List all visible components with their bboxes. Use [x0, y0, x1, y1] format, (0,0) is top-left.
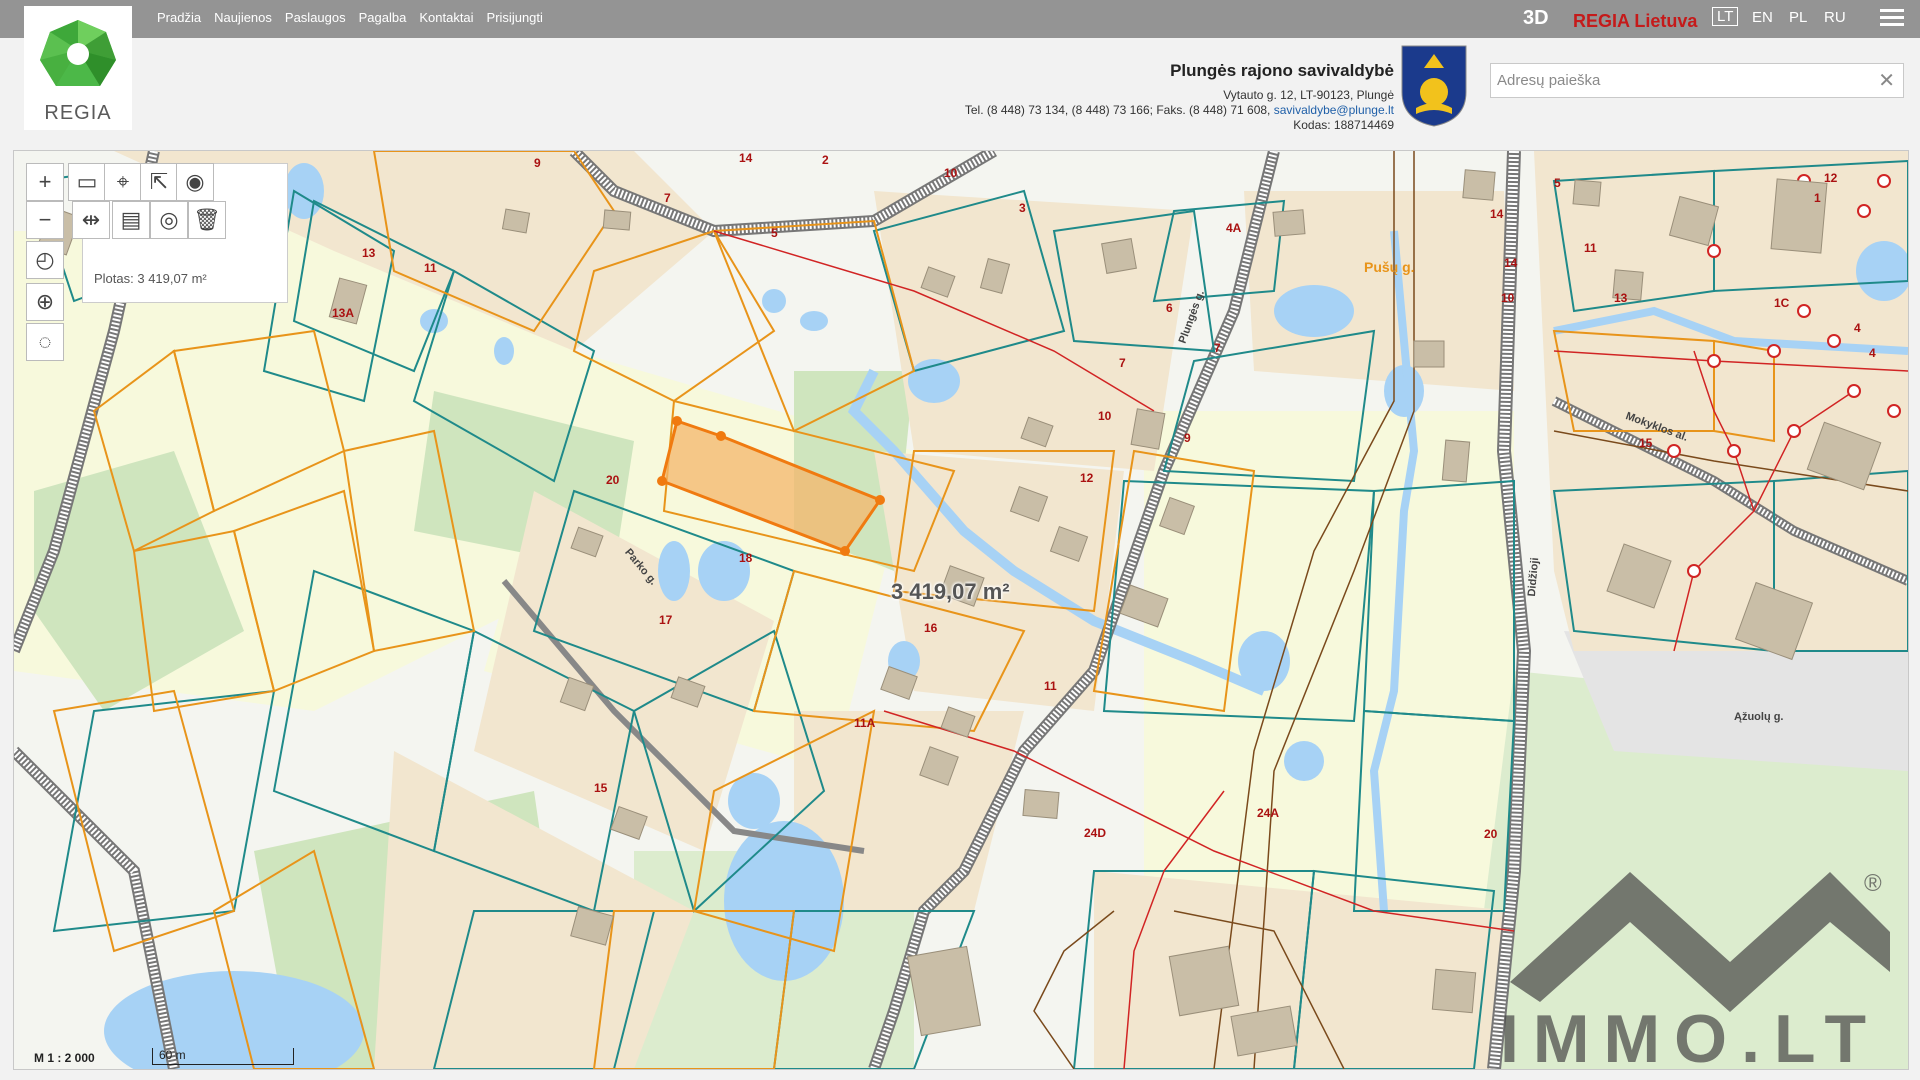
municipality-email-link[interactable]: savivaldybe@plunge.lt — [1274, 103, 1394, 117]
regia-logo-icon — [40, 20, 116, 86]
municipality-address: Vytauto g. 12, LT-90123, Plungė — [1223, 88, 1394, 102]
parcel-number: 17 — [659, 613, 673, 627]
nav-item-news[interactable]: Naujienos — [214, 10, 272, 25]
area-readout: Plotas: 3 419,07 m² — [94, 271, 207, 286]
export-icon[interactable]: ⇱ — [140, 163, 178, 201]
parcel-number: 12 — [1824, 171, 1838, 185]
regia-logo[interactable]: REGIA — [24, 6, 132, 130]
parcel-number: 24A — [1257, 806, 1280, 820]
nav-item-contacts[interactable]: Kontaktai — [419, 10, 473, 25]
parcel-number: 18 — [739, 551, 753, 565]
locate-area-icon[interactable]: ◎ — [150, 201, 188, 239]
lang-lt-button[interactable]: LT — [1712, 7, 1739, 26]
history-icon[interactable]: ◴ — [26, 241, 64, 279]
municipality-code: Kodas: 188714469 — [1293, 118, 1394, 132]
parcel-number: 14 — [739, 151, 753, 165]
close-icon[interactable]: ✕ — [1878, 68, 1895, 93]
marker-icon[interactable]: ⌖ — [104, 163, 142, 201]
watermark-registered: ® — [1864, 870, 1882, 897]
parcel-number: 16 — [924, 621, 938, 635]
parcel-number: 2 — [822, 153, 829, 167]
measured-area-label: 3 419,07 m² — [891, 579, 1010, 604]
measure-length-icon[interactable]: ▤ — [112, 201, 150, 239]
parcel-number: 9 — [1184, 431, 1191, 445]
address-search: ✕ — [1490, 63, 1904, 98]
top-navbar: Pradžia Naujienos Paslaugos Pagalba Kont… — [0, 0, 1920, 38]
parcel-number: 7 — [1119, 356, 1126, 370]
crosshair-icon[interactable]: ⊕ — [26, 283, 64, 321]
parcel-number: 10 — [1098, 409, 1112, 423]
parcel-number: 3 — [1019, 201, 1026, 215]
parcel-number: 1C — [1774, 296, 1790, 310]
hamburger-menu-icon[interactable] — [1880, 9, 1904, 29]
point-icon[interactable]: ◉ — [176, 163, 214, 201]
parcel-number: 1 — [1814, 191, 1821, 205]
scale-bar-label: 60 m — [159, 1048, 186, 1062]
parcel-number: 12 — [1080, 471, 1094, 485]
regia-lietuva-link[interactable]: REGIA Lietuva — [1573, 11, 1697, 32]
nav-item-help[interactable]: Pagalba — [359, 10, 407, 25]
lang-en-button[interactable]: EN — [1752, 9, 1773, 26]
lasso-icon[interactable]: ◌ — [26, 323, 64, 361]
measure-distance-icon[interactable]: ⇹ — [72, 201, 110, 239]
parcel-number: 7 — [664, 191, 671, 205]
parcel-number: 4A — [1226, 221, 1242, 235]
parcel-number: 24D — [1084, 826, 1107, 840]
parcel-number: 13 — [1614, 291, 1628, 305]
zoom-out-icon[interactable]: − — [26, 201, 64, 239]
lang-ru-button[interactable]: RU — [1824, 9, 1846, 26]
parcel-number: 15 — [594, 781, 608, 795]
parcel-number: 11 — [1044, 679, 1057, 693]
parcel-number: 9 — [534, 156, 541, 170]
municipality-phone: Tel. (8 448) 73 134, (8 448) 73 166; Fak… — [964, 103, 1271, 117]
regia-logo-text: REGIA — [44, 102, 112, 124]
parcel-number: 11 — [1584, 241, 1597, 255]
main-nav: Pradžia Naujienos Paslaugos Pagalba Kont… — [157, 10, 543, 25]
parcel-number: 4 — [1869, 346, 1876, 360]
parcel-number: 7 — [1214, 341, 1221, 355]
lang-pl-button[interactable]: PL — [1789, 9, 1807, 26]
scale-label: M 1 : 2 000 — [34, 1051, 95, 1065]
zoom-in-icon[interactable]: + — [26, 163, 64, 201]
nav-item-home[interactable]: Pradžia — [157, 10, 201, 25]
parcel-number: 14 — [1504, 256, 1518, 270]
street-label: Pušų g. — [1364, 259, 1415, 275]
watermark-text: IMMO.LT — [1500, 1001, 1880, 1077]
street-label: Ąžuolų g. — [1734, 711, 1784, 723]
parcel-number: 13 — [362, 246, 376, 260]
parcel-number: 20 — [606, 473, 620, 487]
municipality-contacts: Tel. (8 448) 73 134, (8 448) 73 166; Fak… — [965, 103, 1394, 117]
municipality-name: Plungės rajono savivaldybė — [1170, 61, 1394, 80]
scale-bar: 60 m — [152, 1048, 294, 1065]
parcel-number: 5 — [771, 226, 778, 240]
parcel-number: 11 — [424, 261, 437, 275]
municipality-crest-icon — [1401, 45, 1467, 127]
mode-3d-button[interactable]: 3D — [1523, 7, 1549, 30]
measure-area-icon[interactable]: ▭ — [68, 163, 106, 201]
parcel-number: 5 — [1554, 176, 1561, 190]
nav-item-login[interactable]: Prisijungti — [487, 10, 543, 25]
parcel-number: 13A — [332, 306, 355, 320]
parcel-number: 20 — [1484, 827, 1498, 841]
parcel-number: 15 — [1639, 436, 1653, 450]
nav-item-services[interactable]: Paslaugos — [285, 10, 346, 25]
parcel-number: 14 — [1490, 207, 1504, 221]
address-search-input[interactable] — [1491, 64, 1869, 97]
parcel-number: 4 — [1854, 321, 1861, 335]
parcel-number: 11A — [854, 716, 876, 730]
trash-icon[interactable]: 🗑 — [188, 201, 226, 239]
parcel-number: 6 — [1166, 301, 1173, 315]
parcel-number: 10 — [1501, 291, 1515, 305]
parcel-number: 10 — [944, 166, 958, 180]
